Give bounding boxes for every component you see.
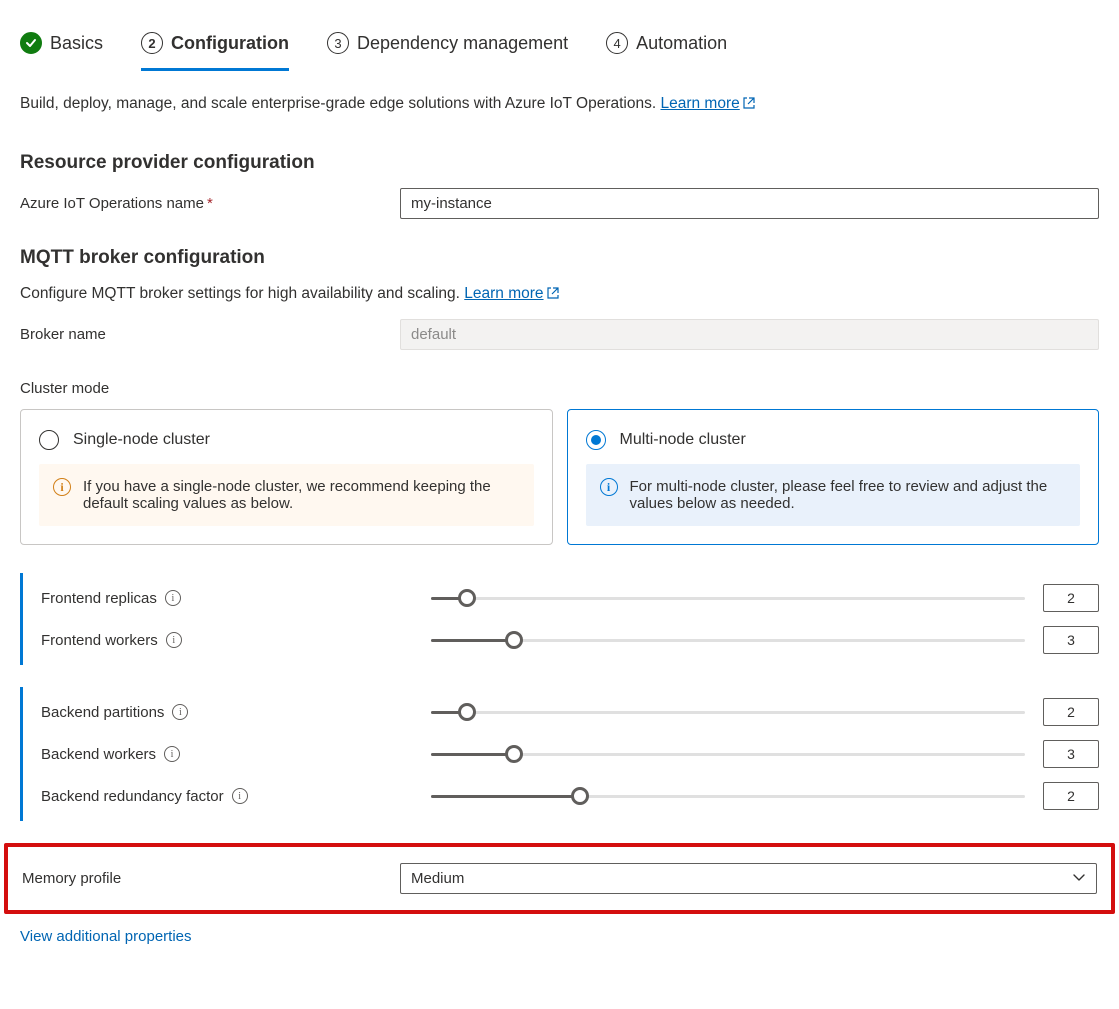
multi-node-note: i For multi-node cluster, please feel fr… [586,464,1081,526]
step-number-icon: 3 [327,32,349,54]
external-link-icon [547,286,559,304]
step-number-icon: 2 [141,32,163,54]
backend-workers-input[interactable] [1043,740,1099,768]
info-icon: i [600,478,618,496]
backend-workers-slider[interactable] [431,753,1025,756]
check-icon [20,32,42,54]
backend-partitions-input[interactable] [1043,698,1099,726]
slider-thumb[interactable] [505,631,523,649]
name-label: Azure IoT Operations name* [20,195,400,212]
info-icon[interactable]: i [166,632,182,648]
cluster-option-label: Single-node cluster [73,431,210,449]
memory-profile-label: Memory profile [22,870,400,887]
cluster-option-label: Multi-node cluster [620,431,746,449]
memory-profile-highlight: Memory profile Medium [4,843,1115,914]
step-number-icon: 4 [606,32,628,54]
slider-thumb[interactable] [458,703,476,721]
chevron-down-icon [1072,870,1086,888]
backend-redundancy-input[interactable] [1043,782,1099,810]
slider-thumb[interactable] [505,745,523,763]
section-resource-provider: Resource provider configuration [20,152,1099,174]
info-icon: i [53,478,71,496]
tab-dependency-management[interactable]: 3 Dependency management [327,18,568,71]
broker-name-input [400,319,1099,350]
backend-settings-group: Backend partitions i Backend workers i [20,687,1099,821]
slider-label: Frontend workers [41,632,158,649]
tab-basics[interactable]: Basics [20,18,103,71]
view-additional-properties-link[interactable]: View additional properties [20,928,192,945]
info-icon[interactable]: i [164,746,180,762]
slider-label: Backend workers [41,746,156,763]
memory-profile-select[interactable]: Medium [400,863,1097,894]
slider-label: Backend redundancy factor [41,788,224,805]
broker-name-label: Broker name [20,326,400,343]
radio-checked-icon [586,430,606,450]
tab-label: Dependency management [357,33,568,54]
backend-redundancy-slider[interactable] [431,795,1025,798]
wizard-tabs: Basics 2 Configuration 3 Dependency mana… [20,18,1099,71]
intro-text: Build, deploy, manage, and scale enterpr… [20,95,1099,114]
external-link-icon [743,96,755,114]
frontend-replicas-slider[interactable] [431,597,1025,600]
radio-unchecked-icon [39,430,59,450]
frontend-workers-input[interactable] [1043,626,1099,654]
select-value: Medium [411,870,464,887]
mqtt-learn-more-link[interactable]: Learn more [464,285,558,302]
aio-name-input[interactable] [400,188,1099,219]
tab-label: Basics [50,33,103,54]
cluster-option-multi[interactable]: Multi-node cluster i For multi-node clus… [567,409,1100,545]
info-icon[interactable]: i [165,590,181,606]
slider-thumb[interactable] [458,589,476,607]
section-mqtt: MQTT broker configuration [20,247,1099,269]
frontend-workers-slider[interactable] [431,639,1025,642]
tab-label: Automation [636,33,727,54]
slider-label: Backend partitions [41,704,164,721]
tab-configuration[interactable]: 2 Configuration [141,18,289,71]
tab-label: Configuration [171,33,289,54]
cluster-mode-options: Single-node cluster i If you have a sing… [20,409,1099,545]
cluster-mode-label: Cluster mode [20,380,1099,397]
learn-more-link[interactable]: Learn more [660,95,754,112]
info-icon[interactable]: i [172,704,188,720]
slider-label: Frontend replicas [41,590,157,607]
backend-partitions-slider[interactable] [431,711,1025,714]
tab-automation[interactable]: 4 Automation [606,18,727,71]
single-node-note: i If you have a single-node cluster, we … [39,464,534,526]
slider-thumb[interactable] [571,787,589,805]
cluster-option-single[interactable]: Single-node cluster i If you have a sing… [20,409,553,545]
info-icon[interactable]: i [232,788,248,804]
mqtt-subtext: Configure MQTT broker settings for high … [20,285,1099,304]
frontend-replicas-input[interactable] [1043,584,1099,612]
frontend-settings-group: Frontend replicas i Frontend workers i [20,573,1099,665]
